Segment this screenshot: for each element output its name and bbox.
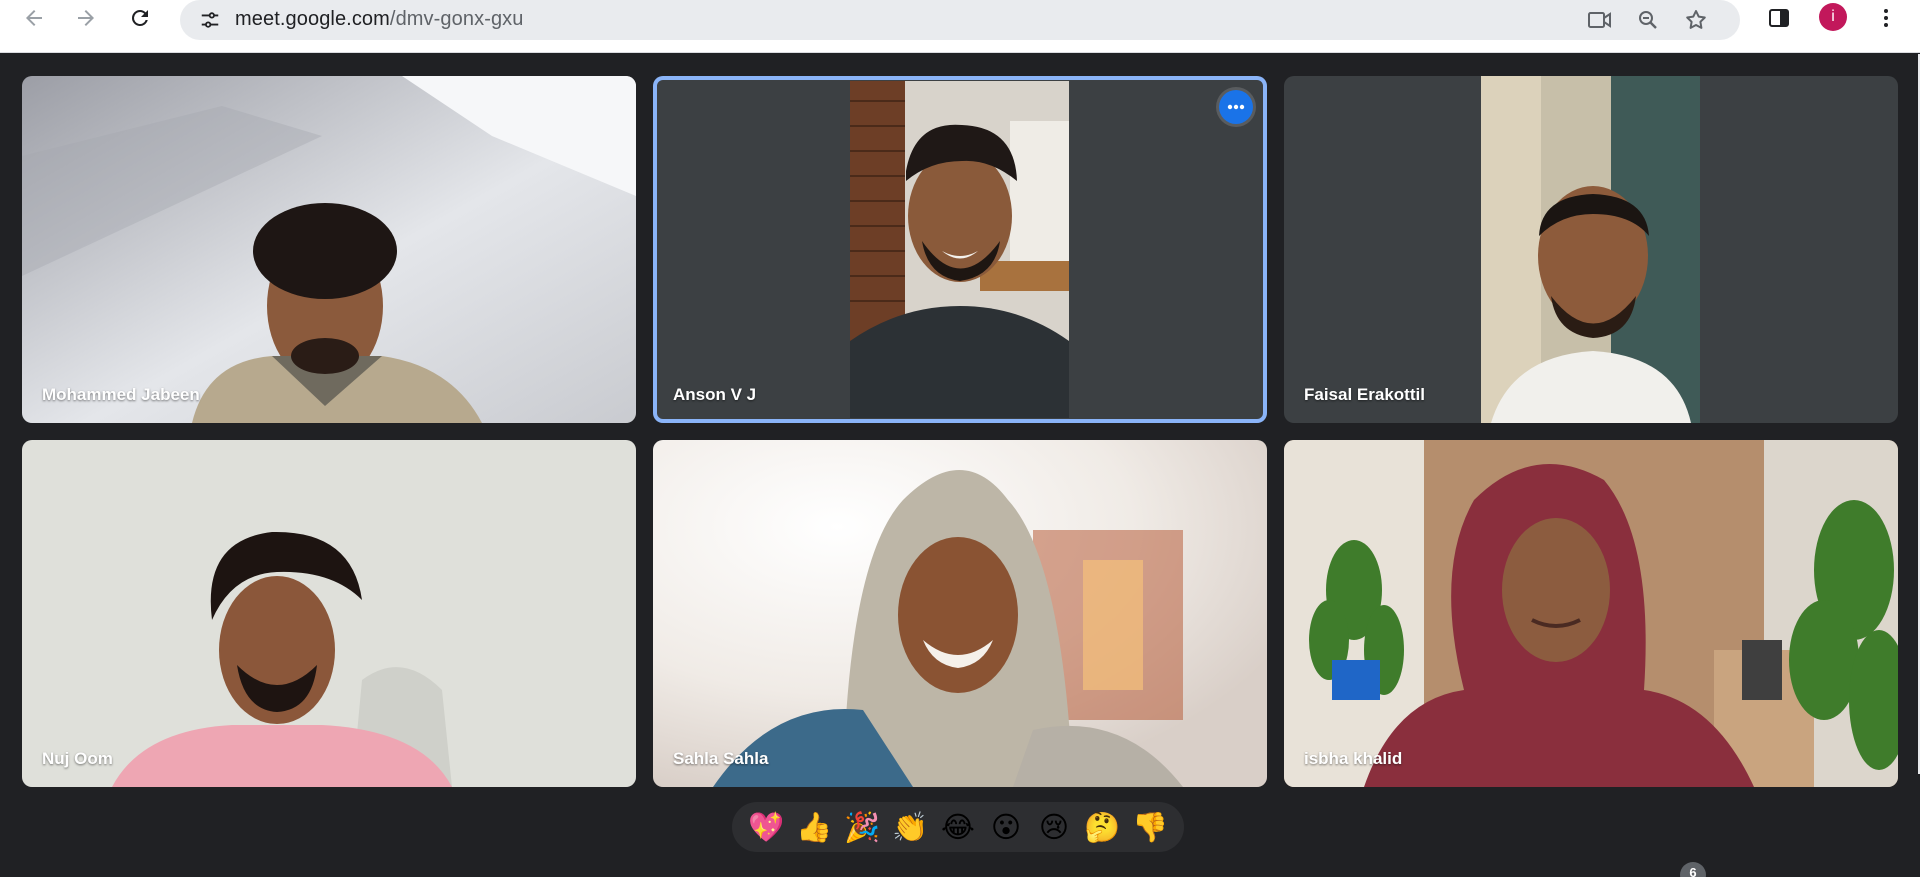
participant-name: Anson V J: [673, 385, 757, 404]
participant-video: [22, 440, 636, 787]
browser-toolbar: meet.google.com/dmv-gonx-gxu i: [0, 0, 1920, 53]
participant-tile-active[interactable]: Anson V J: [653, 76, 1267, 423]
forward-arrow-icon[interactable]: [72, 4, 100, 32]
participant-name: Faisal Erakottil: [1304, 385, 1425, 404]
participant-tile[interactable]: Faisal Erakottil: [1284, 76, 1898, 423]
zoom-icon[interactable]: [1634, 6, 1662, 34]
reaction-thinking[interactable]: 🤔: [1080, 805, 1124, 849]
participant-video: [653, 440, 1267, 787]
address-bar[interactable]: meet.google.com/dmv-gonx-gxu: [180, 0, 1740, 40]
site-info-icon[interactable]: [196, 6, 224, 34]
reactions-bar: 💖 👍 🎉 👏 😂 😮 😢 🤔 👎: [732, 802, 1184, 852]
participant-video: [1284, 440, 1898, 787]
participant-tile[interactable]: Sahla Sahla: [653, 440, 1267, 787]
more-options-button[interactable]: [1219, 90, 1253, 124]
reaction-thumbs-down[interactable]: 👎: [1128, 805, 1172, 849]
reaction-laughing[interactable]: 😂: [936, 805, 980, 849]
participant-name: Mohammed Jabeen: [42, 385, 200, 404]
reaction-sparkling-heart[interactable]: 💖: [744, 805, 788, 849]
url-path: /dmv-gonx-gxu: [389, 8, 524, 30]
reload-icon[interactable]: [126, 4, 154, 32]
participant-name: isbha khalid: [1304, 749, 1403, 768]
reaction-surprised[interactable]: 😮: [984, 805, 1028, 849]
participant-video: [22, 76, 636, 423]
participant-count-badge[interactable]: 6: [1680, 862, 1706, 877]
participant-name: Nuj Oom: [42, 749, 113, 768]
side-panel-icon[interactable]: [1765, 4, 1793, 32]
reaction-party-popper[interactable]: 🎉: [840, 805, 884, 849]
back-arrow-icon[interactable]: [20, 4, 48, 32]
url-text: meet.google.com/dmv-gonx-gxu: [235, 8, 524, 31]
more-dots-icon: [1227, 104, 1245, 110]
camera-blocked-icon[interactable]: [1586, 6, 1614, 34]
kebab-menu-icon[interactable]: [1872, 4, 1900, 32]
reaction-thumbs-up[interactable]: 👍: [792, 805, 836, 849]
bookmark-star-icon[interactable]: [1682, 6, 1710, 34]
reaction-sad[interactable]: 😢: [1032, 805, 1076, 849]
participant-name: Sahla Sahla: [673, 749, 769, 768]
participant-video: [850, 81, 1069, 418]
participant-tile[interactable]: isbha khalid: [1284, 440, 1898, 787]
profile-avatar[interactable]: i: [1819, 3, 1847, 31]
url-host: meet.google.com: [235, 8, 390, 30]
reaction-clapping[interactable]: 👏: [888, 805, 932, 849]
participant-tile[interactable]: Mohammed Jabeen: [22, 76, 636, 423]
participant-tile[interactable]: Nuj Oom: [22, 440, 636, 787]
participant-video: [1481, 76, 1700, 423]
